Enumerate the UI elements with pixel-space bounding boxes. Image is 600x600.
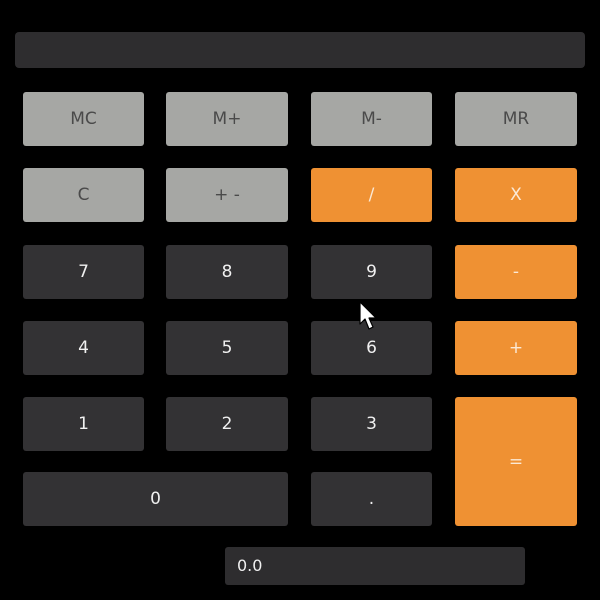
calculator-display — [15, 32, 585, 68]
memory-subtract-button[interactable]: M- — [311, 92, 432, 146]
digit-4-button[interactable]: 4 — [23, 321, 144, 375]
digit-8-button[interactable]: 8 — [166, 245, 288, 299]
digit-9-button[interactable]: 9 — [311, 245, 432, 299]
digit-7-button[interactable]: 7 — [23, 245, 144, 299]
equals-button[interactable]: = — [455, 397, 577, 526]
memory-add-button[interactable]: M+ — [166, 92, 288, 146]
digit-0-button[interactable]: 0 — [23, 472, 288, 526]
memory-value-field: 0.0 — [225, 547, 525, 585]
divide-button[interactable]: / — [311, 168, 432, 222]
add-button[interactable]: + — [455, 321, 577, 375]
subtract-button[interactable]: - — [455, 245, 577, 299]
memory-recall-button[interactable]: MR — [455, 92, 577, 146]
negate-button[interactable]: + - — [166, 168, 288, 222]
digit-1-button[interactable]: 1 — [23, 397, 144, 451]
digit-3-button[interactable]: 3 — [311, 397, 432, 451]
memory-clear-button[interactable]: MC — [23, 92, 144, 146]
digit-6-button[interactable]: 6 — [311, 321, 432, 375]
decimal-point-button[interactable]: . — [311, 472, 432, 526]
digit-2-button[interactable]: 2 — [166, 397, 288, 451]
digit-5-button[interactable]: 5 — [166, 321, 288, 375]
clear-button[interactable]: C — [23, 168, 144, 222]
multiply-button[interactable]: X — [455, 168, 577, 222]
